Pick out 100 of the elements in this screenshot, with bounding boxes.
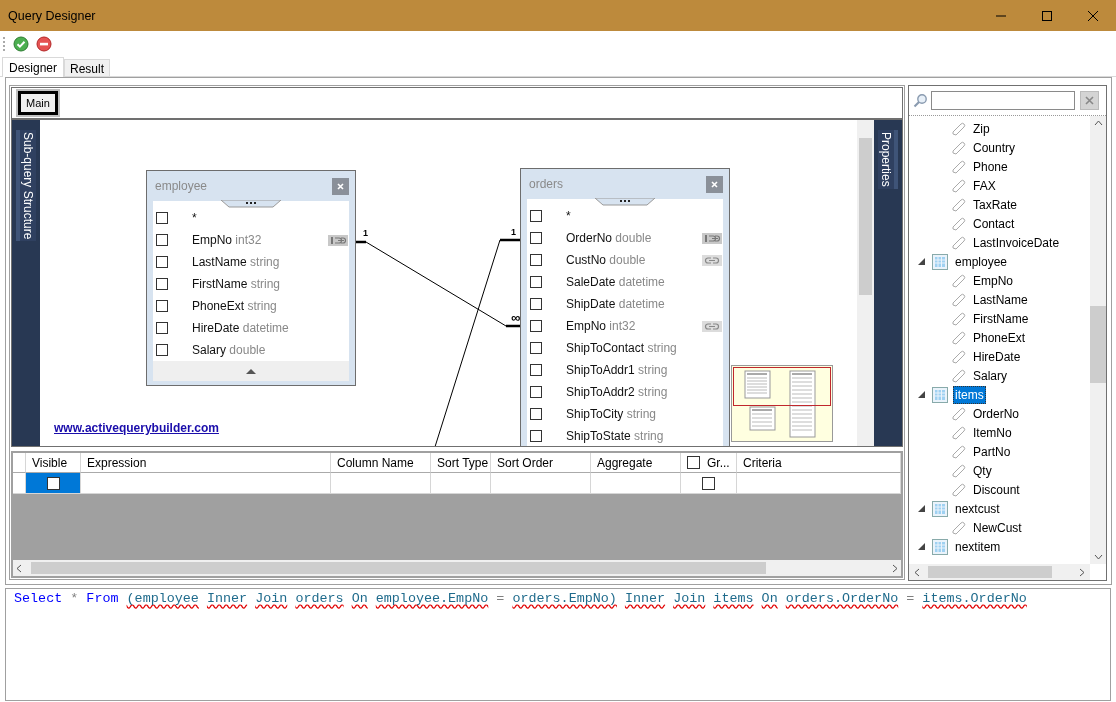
tag-icon <box>951 140 966 155</box>
table-cell[interactable] <box>331 473 431 494</box>
tree-item[interactable]: Salary <box>971 366 1009 385</box>
checkbox[interactable] <box>530 254 542 266</box>
table-cell[interactable] <box>431 473 491 494</box>
tree-item[interactable]: Phone <box>971 157 1010 176</box>
checkbox[interactable] <box>530 408 542 420</box>
tree-item[interactable]: nextitem <box>953 537 1003 556</box>
tree-item[interactable]: LastName <box>971 290 1030 309</box>
vertical-scrollbar[interactable] <box>857 120 874 446</box>
checkbox[interactable] <box>156 256 168 268</box>
checkbox[interactable] <box>156 300 168 312</box>
expanded-arrow-icon[interactable] <box>917 504 926 513</box>
field-name: ShipToContact string <box>566 341 677 355</box>
tree-item[interactable]: employee <box>953 252 1010 271</box>
table-window[interactable]: employee * EmpNo int32 LastName string FirstName string PhoneExt string HireDate datetime Salary double <box>146 170 356 386</box>
table-window[interactable]: orders * OrderNo double CustNo double SaleDate datetime ShipDate datetime EmpNo int32 ShipToContact string ShipToAddr1 string ShipToAddr2 string ShipToCity string ShipToState string <box>520 168 730 446</box>
sql-text[interactable]: Select * From (employee Inner Join orders On employee.EmpNo = orders.EmpNo) Inner Join items On orders.OrderNo = items.OrderNo <box>14 591 1027 606</box>
checkbox[interactable] <box>156 234 168 246</box>
tag-icon <box>951 178 966 193</box>
close-icon[interactable] <box>1087 9 1099 22</box>
confirm-icon[interactable] <box>13 35 29 52</box>
tree-item[interactable]: Discount <box>971 480 1022 499</box>
tag-icon <box>951 216 966 231</box>
tree-item[interactable]: LastInvoiceDate <box>971 233 1062 252</box>
checkbox[interactable] <box>530 320 542 332</box>
tree-item[interactable]: PhoneExt <box>971 328 1028 347</box>
tree-item[interactable]: nextcust <box>953 499 1002 518</box>
table-cell[interactable] <box>81 473 331 494</box>
checkbox[interactable] <box>530 298 542 310</box>
tree-item[interactable]: HireDate <box>971 347 1023 366</box>
checkbox[interactable] <box>530 210 542 222</box>
checkbox[interactable] <box>702 476 715 490</box>
table-cell[interactable] <box>737 473 901 494</box>
expanded-arrow-icon[interactable] <box>917 542 926 551</box>
tree-item[interactable]: Contact <box>971 214 1017 233</box>
table-cell[interactable] <box>491 473 591 494</box>
relation-line[interactable] <box>433 238 521 446</box>
table-cell[interactable] <box>26 473 81 494</box>
relation-line[interactable] <box>355 240 521 328</box>
side-panel-tab[interactable]: Sub-query Structure <box>16 130 36 242</box>
field-name: Salary double <box>192 343 266 357</box>
cancel-icon[interactable] <box>36 35 52 52</box>
scroll-down-icon[interactable] <box>1093 554 1103 560</box>
website-link[interactable]: www.activequerybuilder.com <box>54 421 219 435</box>
tree-item[interactable]: EmpNo <box>971 271 1015 290</box>
overview-map[interactable] <box>731 365 833 442</box>
checkbox[interactable] <box>156 212 168 224</box>
scroll-thumb[interactable] <box>31 562 766 574</box>
maximize-icon[interactable] <box>1041 9 1053 22</box>
table-cell[interactable] <box>681 473 737 494</box>
checkbox[interactable] <box>530 430 542 442</box>
horizontal-scrollbar[interactable] <box>909 564 1090 580</box>
tab[interactable]: Result <box>64 59 111 76</box>
expand-tab-icon[interactable] <box>595 198 655 206</box>
scroll-thumb[interactable] <box>859 138 872 295</box>
table-cell[interactable] <box>591 473 681 494</box>
close-button[interactable] <box>706 175 723 193</box>
checkbox[interactable] <box>530 276 542 288</box>
tree-item[interactable]: Country <box>971 138 1018 157</box>
expanded-arrow-icon[interactable] <box>917 257 926 266</box>
checkbox[interactable] <box>156 278 168 290</box>
tree-item[interactable]: FirstName <box>971 309 1031 328</box>
subquery-tab[interactable]: Main <box>18 91 58 115</box>
table-icon <box>932 538 948 555</box>
expand-tab-icon[interactable] <box>221 200 281 208</box>
scroll-right-icon[interactable] <box>892 563 898 573</box>
checkbox[interactable] <box>530 342 542 354</box>
field-name: HireDate datetime <box>192 321 289 335</box>
tree-item[interactable]: items <box>953 385 986 404</box>
close-button[interactable] <box>332 177 349 195</box>
checkbox[interactable] <box>156 344 168 356</box>
checkbox[interactable] <box>46 476 60 490</box>
tree-item[interactable]: OrderNo <box>971 404 1021 423</box>
tree-item[interactable]: FAX <box>971 176 998 195</box>
tree-item[interactable]: TaxRate <box>971 195 1020 214</box>
column-header[interactable]: Gr... <box>707 455 730 470</box>
scroll-thumb[interactable] <box>928 566 1052 578</box>
search-field[interactable] <box>931 91 1075 110</box>
expanded-arrow-icon[interactable] <box>917 390 926 399</box>
tree-item[interactable]: NewCust <box>971 518 1024 537</box>
field-name: * <box>566 209 571 223</box>
checkbox[interactable] <box>530 364 542 376</box>
tree-item[interactable]: ItemNo <box>971 423 1014 442</box>
checkbox[interactable] <box>687 456 700 469</box>
scroll-thumb[interactable] <box>1090 306 1106 383</box>
vertical-scrollbar[interactable] <box>1090 116 1106 564</box>
scroll-right-icon[interactable] <box>1079 567 1085 577</box>
checkbox[interactable] <box>530 386 542 398</box>
tab[interactable]: Designer <box>2 57 65 77</box>
scroll-left-icon[interactable] <box>914 567 920 577</box>
checkbox[interactable] <box>530 232 542 244</box>
horizontal-scrollbar[interactable] <box>13 560 901 576</box>
tree-item[interactable]: Zip <box>971 119 992 138</box>
scroll-up-icon[interactable] <box>1093 120 1103 126</box>
tree-item[interactable]: Qty <box>971 461 994 480</box>
side-panel-tab[interactable]: Properties <box>878 130 898 189</box>
scroll-left-icon[interactable] <box>16 563 22 573</box>
tree-item[interactable]: PartNo <box>971 442 1013 461</box>
checkbox[interactable] <box>156 322 168 334</box>
